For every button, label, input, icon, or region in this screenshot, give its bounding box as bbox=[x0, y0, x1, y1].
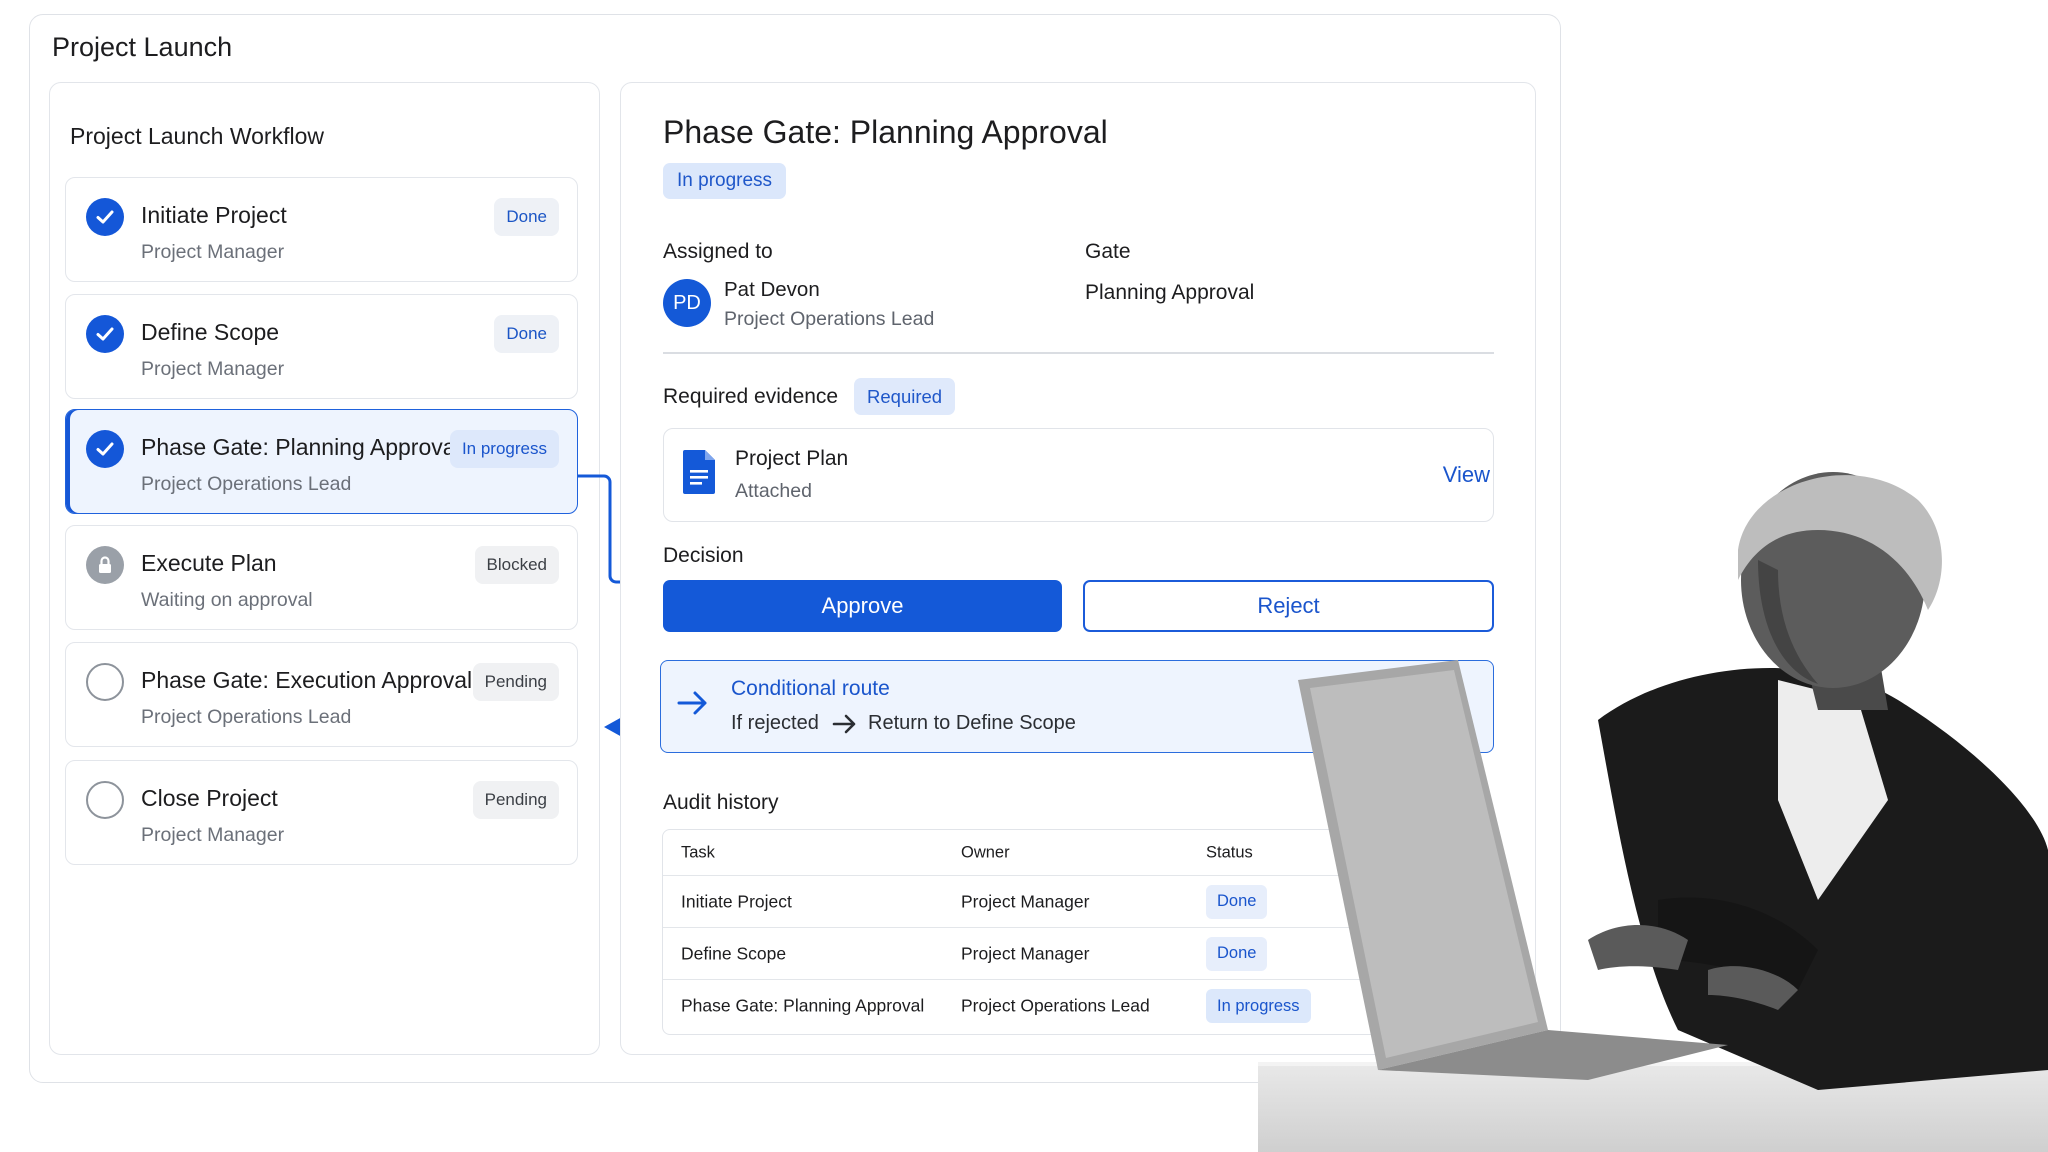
assigned-label: Assigned to bbox=[663, 240, 773, 263]
document-icon bbox=[683, 450, 715, 494]
evidence-status: Attached bbox=[735, 480, 812, 502]
column-header: Task bbox=[681, 843, 715, 861]
decision-label: Decision bbox=[663, 544, 744, 567]
avatar: PD bbox=[663, 279, 711, 327]
route-condition: If rejected bbox=[731, 712, 819, 734]
gate-value: Planning Approval bbox=[1085, 281, 1255, 304]
evidence-name: Project Plan bbox=[735, 447, 849, 470]
audit-label: Audit history bbox=[663, 791, 779, 814]
divider bbox=[663, 352, 1494, 354]
required-badge: Required bbox=[854, 378, 956, 415]
assignee-name: Pat Devon bbox=[724, 278, 820, 301]
cell-owner: Project Manager bbox=[961, 891, 1090, 911]
status-badge: In progress bbox=[663, 163, 787, 199]
cell-owner: Project Operations Lead bbox=[961, 995, 1150, 1016]
arrow-right-icon bbox=[677, 691, 707, 715]
column-header: Status bbox=[1206, 843, 1253, 861]
cell-owner: Project Manager bbox=[961, 943, 1090, 963]
evidence-label: Required evidence bbox=[663, 385, 839, 408]
gate-title: Phase Gate: Planning Approval bbox=[663, 114, 1108, 150]
route-target: Return to Define Scope bbox=[868, 712, 1076, 734]
cell-task: Initiate Project bbox=[681, 891, 792, 911]
person-at-laptop-photo bbox=[1298, 472, 2048, 1090]
cell-task: Phase Gate: Planning Approval bbox=[681, 995, 925, 1016]
route-title: Conditional route bbox=[731, 677, 890, 700]
assignee-role: Project Operations Lead bbox=[724, 308, 935, 330]
cell-task: Define Scope bbox=[681, 943, 787, 963]
gate-label: Gate bbox=[1085, 240, 1131, 263]
approve-button[interactable]: Approve bbox=[663, 580, 1062, 632]
column-header: Owner bbox=[961, 843, 1010, 861]
arrow-right-icon bbox=[832, 714, 856, 734]
